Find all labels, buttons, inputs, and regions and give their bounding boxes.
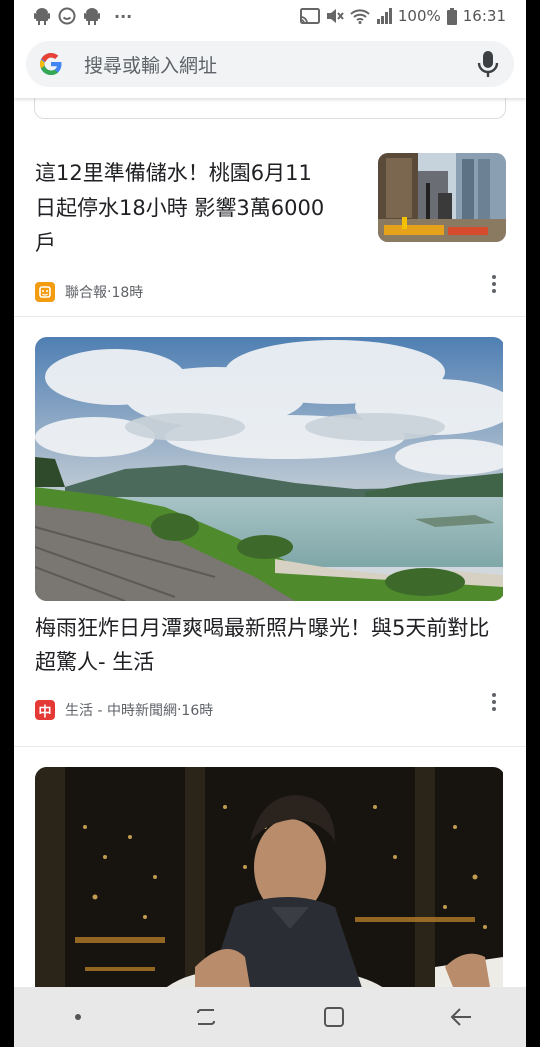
article-card[interactable] xyxy=(14,746,526,987)
article-source: 生活 - 中時新聞網 xyxy=(65,703,177,719)
article-image[interactable] xyxy=(35,337,505,601)
article-title[interactable]: 這12里準備儲水！桃園6月11日起停水18小時 影響3萬6000戶 xyxy=(35,156,325,261)
left-bezel xyxy=(0,0,14,1047)
battery-icon xyxy=(446,7,457,25)
dot-indicator-icon xyxy=(48,987,108,1047)
recents-icon xyxy=(197,1009,215,1025)
article-card[interactable]: 梅雨狂炸日月潭爽喝最新照片曝光！與5天前對比超驚人- 生活 中 生活 - 中時新… xyxy=(14,316,526,746)
article-thumbnail[interactable] xyxy=(378,153,506,242)
cast-icon xyxy=(299,8,320,24)
udn-logo-icon xyxy=(35,282,55,302)
recents-button[interactable] xyxy=(176,987,236,1047)
search-header: 搜尋或輸入網址 xyxy=(14,32,526,98)
wifi-icon xyxy=(350,8,370,24)
back-button[interactable] xyxy=(432,987,492,1047)
back-arrow-icon xyxy=(450,1008,471,1026)
battery-percent: 100% xyxy=(397,7,441,25)
article-card[interactable]: 這12里準備儲水！桃園6月11日起停水18小時 影響3萬6000戶 聯合報 · … xyxy=(14,118,526,316)
search-bar[interactable]: 搜尋或輸入網址 xyxy=(26,41,514,87)
signal-icon xyxy=(376,8,392,24)
more-options-icon[interactable] xyxy=(484,272,504,296)
article-source: 聯合報 xyxy=(65,285,107,301)
clock: 16:31 xyxy=(462,7,506,25)
article-meta: 中 生活 - 中時新聞網 · 16時 xyxy=(35,700,213,720)
status-bar: ··· 100% 16:31 xyxy=(14,0,526,32)
chat-icon xyxy=(58,7,76,25)
article-meta: 聯合報 · 18時 xyxy=(35,282,143,302)
right-bezel xyxy=(526,0,540,1047)
home-button[interactable] xyxy=(304,987,364,1047)
navigation-bar xyxy=(14,987,526,1047)
home-icon xyxy=(324,1007,344,1027)
android-icon xyxy=(84,7,100,25)
news-feed[interactable]: 這12里準備儲水！桃園6月11日起停水18小時 影響3萬6000戶 聯合報 · … xyxy=(14,98,526,987)
mute-icon xyxy=(326,8,344,24)
article-time: 16時 xyxy=(181,703,214,719)
search-input[interactable]: 搜尋或輸入網址 xyxy=(84,51,476,78)
article-time: 18時 xyxy=(111,285,144,301)
microphone-icon[interactable] xyxy=(476,49,500,79)
overflow-dots: ··· xyxy=(114,6,133,26)
more-options-icon[interactable] xyxy=(484,690,504,714)
google-logo-icon xyxy=(38,51,64,77)
article-title[interactable]: 梅雨狂炸日月潭爽喝最新照片曝光！與5天前對比超驚人- 生活 xyxy=(35,611,505,679)
chinatimes-logo-icon: 中 xyxy=(35,700,55,720)
previous-card-edge xyxy=(34,98,506,119)
article-image[interactable] xyxy=(35,767,505,987)
android-icon xyxy=(34,7,50,25)
